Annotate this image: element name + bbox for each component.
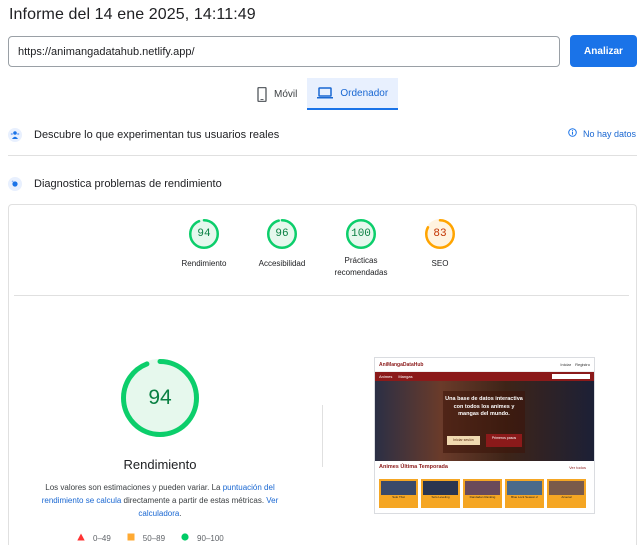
- score-value: 83: [433, 228, 447, 240]
- legend-pass: 90–100: [181, 533, 224, 543]
- thumb-card-caption: Arsenal: [561, 495, 572, 499]
- field-data-label: Descubre lo que experimentan tus usuario…: [34, 129, 280, 141]
- thumb-card-caption: Solo Leveling: [431, 495, 450, 499]
- field-data-section[interactable]: Descubre lo que experimentan tus usuario…: [8, 128, 638, 142]
- score-label: Prácticas recomendadas: [334, 256, 388, 277]
- score-label: Rendimiento: [181, 259, 227, 268]
- thumb-card: Arsenal: [547, 479, 586, 508]
- score-seo[interactable]: 83 SEO: [403, 218, 477, 270]
- users-icon: [8, 128, 22, 142]
- thumb-search: [552, 374, 590, 379]
- tab-desktop-label: Ordenador: [340, 87, 389, 99]
- url-input[interactable]: [8, 36, 560, 67]
- thumb-nav: Animes Mangas: [375, 372, 594, 381]
- thumb-more: Ver todos: [569, 465, 586, 470]
- score-accessibility[interactable]: 96 Accesibilidad: [245, 218, 319, 270]
- triangle-icon: [77, 533, 85, 543]
- page-screenshot-thumbnail: AniMangaDataHub Iniciar Registro Animes …: [374, 357, 595, 514]
- thumb-card: Dandadan Ranking: [463, 479, 502, 508]
- thumb-card-caption: Dandadan Ranking: [469, 495, 496, 499]
- square-icon: [127, 533, 135, 543]
- performance-gauge: 94: [120, 358, 200, 438]
- desc-text: .: [179, 509, 182, 518]
- score-gauges: 94 Rendimiento 96 Accesibilidad 100 Prác…: [172, 218, 472, 288]
- legend-range: 90–100: [197, 533, 224, 543]
- tab-mobile[interactable]: Móvil: [247, 78, 307, 110]
- thumb-nav-item: Mangas: [398, 374, 413, 379]
- diagnostics-label: Diagnostica problemas de rendimiento: [34, 178, 222, 190]
- thumb-btn-secondary: Primeros pasos: [486, 434, 522, 447]
- score-value: 94: [197, 228, 211, 240]
- thumb-card: Blue Lock Season 2: [505, 479, 544, 508]
- info-icon: [568, 128, 577, 139]
- thumb-nav-item: Animes: [379, 374, 393, 379]
- divider: [14, 295, 629, 296]
- vertical-separator: [322, 405, 323, 467]
- score-value: 100: [351, 228, 371, 240]
- legend-average: 50–89: [127, 533, 165, 543]
- desc-text: directamente a partir de estas métricas.: [121, 496, 267, 505]
- analyze-button[interactable]: Analizar: [570, 35, 637, 67]
- desc-text: Los valores son estimaciones y pueden va…: [45, 483, 223, 492]
- thumb-section-title: Animes Última Temporada: [379, 464, 448, 470]
- thumb-hero: Una base de datos interactiva con todos …: [375, 381, 594, 461]
- thumb-login: Iniciar: [560, 362, 572, 367]
- no-data-label: No hay datos: [582, 128, 636, 139]
- thumb-cards: Solo Tbst Solo Leveling Dandadan Ranking…: [379, 479, 586, 508]
- laptop-icon: [317, 87, 334, 99]
- thumb-register: Registro: [575, 362, 590, 367]
- diagnostics-section[interactable]: Diagnostica problemas de rendimiento: [8, 177, 638, 191]
- score-best-practices[interactable]: 100 Prácticas recomendadas: [324, 218, 398, 279]
- divider: [8, 155, 637, 156]
- legend-fail: 0–49: [77, 533, 111, 543]
- score-value: 96: [275, 228, 289, 240]
- thumb-card: Solo Tbst: [379, 479, 418, 508]
- thumb-card-caption: Blue Lock Season 2: [511, 495, 538, 499]
- thumb-btn-primary: Iniciar sesión: [447, 436, 480, 445]
- thumb-card-caption: Solo Tbst: [392, 495, 405, 499]
- thumb-header: AniMangaDataHub Iniciar Registro: [375, 358, 594, 372]
- device-tabs: Móvil Ordenador: [247, 78, 399, 110]
- performance-description: Los valores son estimaciones y pueden va…: [40, 481, 280, 520]
- performance-label: Rendimiento: [123, 457, 197, 472]
- mobile-icon: [257, 86, 267, 102]
- tab-desktop[interactable]: Ordenador: [307, 78, 399, 110]
- circle-icon: [181, 533, 189, 543]
- report-title: Informe del 14 ene 2025, 14:11:49: [9, 6, 256, 23]
- legend-range: 50–89: [142, 533, 166, 543]
- legend-range: 0–49: [93, 533, 111, 543]
- score-performance[interactable]: 94 Rendimiento: [167, 218, 241, 270]
- lab-icon: [8, 177, 22, 191]
- thumb-card: Solo Leveling: [421, 479, 460, 508]
- thumb-logo: AniMangaDataHub: [379, 361, 424, 368]
- score-legend: 0–49 50–89 90–100: [77, 533, 224, 543]
- score-label: SEO: [431, 259, 449, 268]
- score-label: Accesibilidad: [258, 259, 306, 268]
- performance-score-value: 94: [148, 386, 172, 409]
- no-data-link[interactable]: No hay datos: [568, 128, 636, 139]
- thumb-hero-text: Una base de datos interactiva con todos …: [445, 396, 523, 417]
- tab-mobile-label: Móvil: [274, 88, 298, 100]
